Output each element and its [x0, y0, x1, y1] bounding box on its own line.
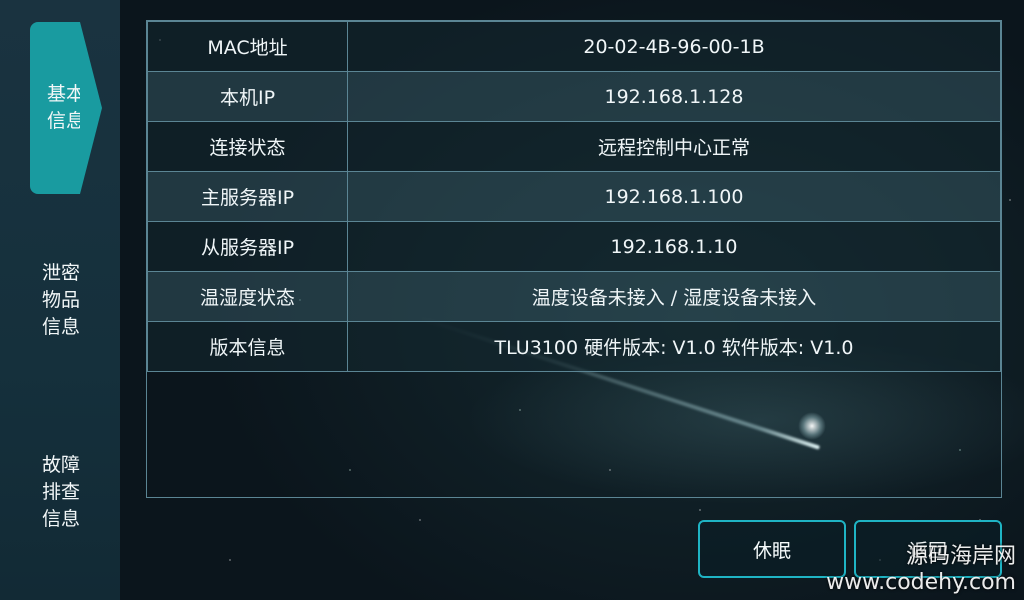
row-label-temp-humidity-status: 温湿度状态 [147, 271, 348, 322]
row-value-local-ip: 192.168.1.128 [347, 71, 1001, 122]
table-row: 主服务器IP 192.168.1.100 [147, 171, 1001, 222]
watermark: 源码海岸网 www.codehy.com [826, 544, 1016, 596]
sidebar: 基本 信息 泄密 物品 信息 故障 排查 信息 [0, 0, 120, 600]
row-label-local-ip: 本机IP [147, 71, 348, 122]
table-row: 版本信息 TLU3100 硬件版本: V1.0 软件版本: V1.0 [147, 321, 1001, 372]
table-row: 本机IP 192.168.1.128 [147, 71, 1001, 122]
watermark-line1: 源码海岸网 [905, 544, 1016, 569]
table-row: MAC地址 20-02-4B-96-00-1B [147, 21, 1001, 72]
row-value-secondary-server-ip: 192.168.1.10 [347, 221, 1001, 272]
row-label-primary-server-ip: 主服务器IP [147, 171, 348, 222]
sidebar-item-leak-items-info[interactable]: 泄密 物品 信息 [28, 260, 94, 341]
row-value-version-info: TLU3100 硬件版本: V1.0 软件版本: V1.0 [347, 321, 1001, 372]
sidebar-item-troubleshooting-info[interactable]: 故障 排查 信息 [28, 452, 94, 533]
sidebar-item-label: 泄密 物品 信息 [41, 262, 80, 338]
table-row: 连接状态 远程控制中心正常 [147, 121, 1001, 172]
info-panel: MAC地址 20-02-4B-96-00-1B 本机IP 192.168.1.1… [146, 20, 1002, 498]
table-row: 温湿度状态 温度设备未接入 / 湿度设备未接入 [147, 271, 1001, 322]
sidebar-item-label: 故障 排查 信息 [41, 454, 80, 530]
sidebar-item-basic-info[interactable]: 基本 信息 [30, 22, 102, 194]
row-label-secondary-server-ip: 从服务器IP [147, 221, 348, 272]
row-label-mac: MAC地址 [147, 21, 348, 72]
watermark-line2: www.codehy.com [826, 570, 1016, 595]
row-value-connection-status: 远程控制中心正常 [347, 121, 1001, 172]
table-row: 从服务器IP 192.168.1.10 [147, 221, 1001, 272]
sleep-button[interactable]: 休眠 [698, 520, 846, 578]
row-value-primary-server-ip: 192.168.1.100 [347, 171, 1001, 222]
row-label-version-info: 版本信息 [147, 321, 348, 372]
sidebar-item-label: 基本 信息 [46, 83, 85, 132]
row-value-mac: 20-02-4B-96-00-1B [347, 21, 1001, 72]
info-table: MAC地址 20-02-4B-96-00-1B 本机IP 192.168.1.1… [147, 21, 1001, 372]
row-value-temp-humidity-status: 温度设备未接入 / 湿度设备未接入 [347, 271, 1001, 322]
row-label-connection-status: 连接状态 [147, 121, 348, 172]
